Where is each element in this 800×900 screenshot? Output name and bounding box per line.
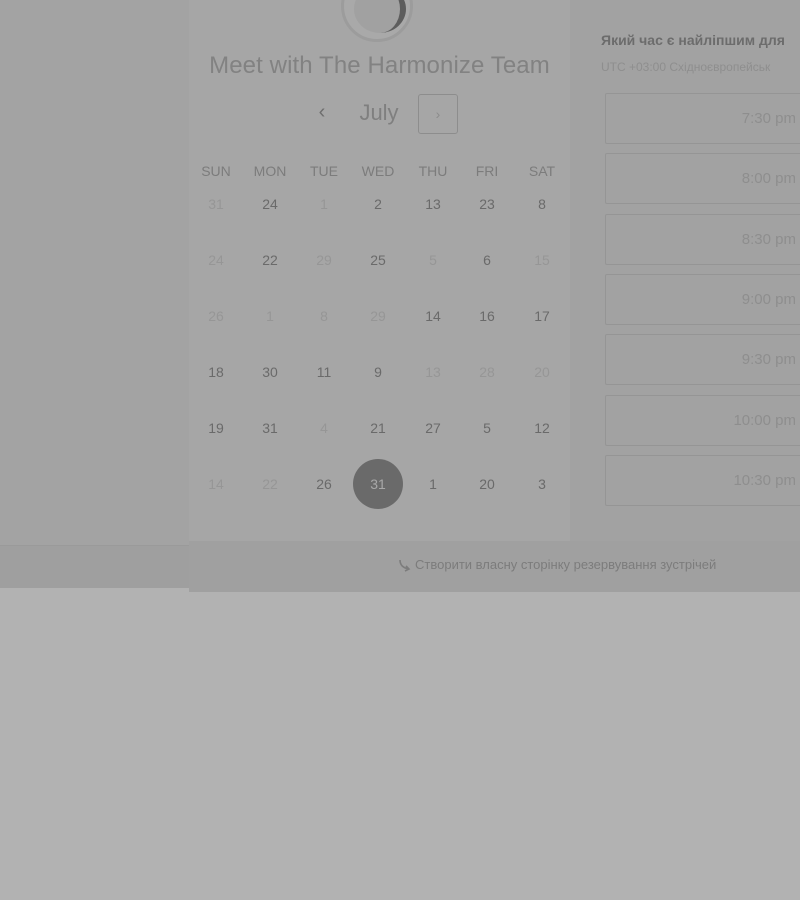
calendar-day: 1: [320, 196, 328, 212]
booking-widget: Meet with The Harmonize Team ‹ July › SU…: [189, 0, 800, 592]
time-question: Який час є найліпшим для: [601, 32, 785, 48]
weekday-label: THU: [418, 163, 448, 179]
calendar-day[interactable]: 13: [408, 179, 458, 229]
team-logo: [341, 0, 413, 42]
time-slot-button[interactable]: 8:30 pm: [605, 213, 800, 265]
weekday-label: WED: [361, 163, 395, 179]
time-slot-button[interactable]: 9:30 pm: [605, 334, 800, 386]
calendar-day: 14: [208, 476, 224, 492]
time-slot-label: 10:30 pm: [733, 471, 796, 489]
time-slot-label: 10:00 pm: [733, 411, 796, 429]
calendar-day[interactable]: 26: [299, 459, 349, 509]
weekday-label: MON: [253, 163, 287, 179]
calendar-day[interactable]: 22: [245, 235, 295, 285]
calendar-day[interactable]: 12: [517, 403, 567, 453]
calendar-day[interactable]: 8: [517, 179, 567, 229]
footer: Створити власну сторінку резервування зу…: [189, 541, 800, 592]
calendar-day[interactable]: 3: [517, 459, 567, 509]
calendar-day: 8: [320, 308, 328, 324]
calendar-day: 29: [316, 252, 332, 268]
time-slot-button[interactable]: 9:00 pm: [605, 273, 800, 325]
calendar-day: 31: [208, 196, 224, 212]
time-slot-button[interactable]: 10:30 pm: [605, 454, 800, 506]
month-navigation: ‹ July ›: [189, 92, 570, 136]
calendar-day[interactable]: 2: [353, 179, 403, 229]
weekday-label: TUE: [310, 163, 338, 179]
weekday-label: SAT: [528, 163, 556, 179]
calendar-day[interactable]: 19: [191, 403, 241, 453]
calendar-day[interactable]: 14: [408, 291, 458, 341]
calendar-day[interactable]: 21: [353, 403, 403, 453]
timezone-label[interactable]: UTC +03:00 Східноєвропейськ: [601, 60, 770, 74]
time-slot-label: 9:00 pm: [741, 290, 796, 308]
calendar-day[interactable]: 17: [517, 291, 567, 341]
calendar-day[interactable]: 31: [245, 403, 295, 453]
calendar-day: 24: [208, 252, 224, 268]
calendar-day[interactable]: 30: [245, 347, 295, 397]
next-month-button[interactable]: ›: [418, 94, 458, 134]
calendar-day[interactable]: 27: [408, 403, 458, 453]
calendar-day: 28: [479, 364, 495, 380]
time-slot-button[interactable]: 8:00 pm: [605, 153, 800, 205]
calendar-day: 26: [208, 308, 224, 324]
arrow-icon: [399, 559, 411, 572]
calendar-day[interactable]: 24: [245, 179, 295, 229]
calendar-day[interactable]: 11: [299, 347, 349, 397]
calendar-day[interactable]: 25: [353, 235, 403, 285]
create-page-link-label: Створити власну сторінку резервування зу…: [415, 557, 717, 572]
calendar-day-selected[interactable]: 31: [353, 459, 403, 509]
meeting-title: Meet with The Harmonize Team: [209, 52, 550, 79]
calendar-day[interactable]: 16: [462, 291, 512, 341]
time-slot-label: 8:30 pm: [741, 230, 796, 248]
calendar-day: 22: [262, 476, 278, 492]
calendar-day: 15: [534, 252, 550, 268]
calendar-day: 29: [370, 308, 386, 324]
time-slot-label: 9:30 pm: [741, 351, 796, 369]
time-slot-button[interactable]: 10:00 pm: [605, 394, 800, 446]
weekday-label: FRI: [475, 163, 499, 179]
calendar-day[interactable]: 5: [462, 403, 512, 453]
weekday-label: SUN: [201, 163, 231, 179]
calendar-day[interactable]: 18: [191, 347, 241, 397]
calendar-day[interactable]: 6: [462, 235, 512, 285]
time-slots-panel: Який час є найліпшим для UTC +03:00 Схід…: [570, 0, 800, 541]
time-slot-label: 7:30 pm: [741, 110, 796, 127]
prev-month-button[interactable]: ‹: [310, 98, 334, 126]
calendar-day[interactable]: 20: [462, 459, 512, 509]
time-slot-button[interactable]: 7:30 pm: [605, 93, 800, 144]
calendar-day[interactable]: 1: [408, 459, 458, 509]
calendar-day: 5: [429, 252, 437, 268]
month-label: July: [359, 100, 399, 125]
calendar-day: 20: [534, 364, 550, 380]
calendar-day[interactable]: 23: [462, 179, 512, 229]
calendar-panel: Meet with The Harmonize Team ‹ July › SU…: [189, 0, 570, 541]
calendar-day: 13: [425, 364, 441, 380]
time-slot-label: 8:00 pm: [741, 170, 796, 188]
calendar-day: 1: [266, 308, 274, 324]
calendar-day[interactable]: 9: [353, 347, 403, 397]
calendar-day: 4: [320, 420, 328, 436]
create-page-link[interactable]: Створити власну сторінку резервування зу…: [397, 557, 716, 572]
